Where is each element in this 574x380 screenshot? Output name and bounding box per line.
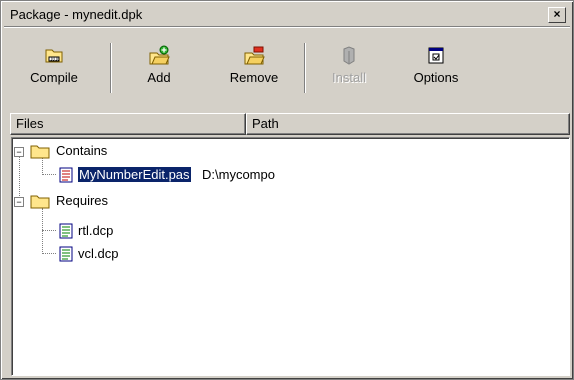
remove-label: Remove [229,70,279,85]
package-tree[interactable]: − Contains MyNumberEdit.pas D:\mycompo −… [11,137,570,376]
folder-icon [30,195,50,209]
column-header: Files Path [4,113,570,135]
tree-line [42,174,56,175]
options-label: Options [413,70,459,85]
remove-button[interactable]: Remove [222,45,286,97]
file-path: D:\mycompo [202,167,275,182]
tree-line [42,208,43,254]
files-header-label: Files [16,116,44,131]
add-folder-icon [149,45,170,65]
requires-expander[interactable]: − [14,197,24,207]
install-icon [343,46,355,65]
title-separator [4,26,570,28]
file-name: rtl.dcp [78,223,114,238]
requires-label: Requires [56,193,109,208]
svg-text:1010: 1010 [50,57,60,62]
folder-icon [30,145,50,159]
package-file-icon [59,246,73,262]
add-button[interactable]: Add [134,45,184,97]
file-name: vcl.dcp [78,246,119,261]
package-file-icon [59,223,73,239]
path-column-header[interactable]: Path [246,113,570,135]
files-column-header[interactable]: Files [10,113,246,135]
compile-icon: 1010 [45,49,63,63]
options-icon [428,47,444,64]
file-name: MyNumberEdit.pas [77,166,192,183]
close-button[interactable]: × [548,7,566,23]
contains-expander[interactable]: − [14,147,24,157]
tree-line [19,152,20,202]
source-file-icon [59,167,73,183]
toolbar: 1010 Compile Add Remove Install Options [4,29,570,99]
install-label: Install [332,70,366,85]
tree-line [42,158,43,175]
toolbar-separator [110,43,112,93]
package-window: Package - mynedit.dpk × 1010 Compile Add [0,0,574,380]
window-title: Package - mynedit.dpk [10,7,143,22]
toolbar-separator [304,43,306,93]
tree-line [42,253,56,254]
remove-folder-icon [244,46,265,65]
compile-label: Compile [30,70,78,85]
path-header-label: Path [252,116,279,131]
title-bar[interactable]: Package - mynedit.dpk × [4,4,570,26]
contains-label: Contains [56,143,108,158]
options-button[interactable]: Options [404,45,468,97]
install-button[interactable]: Install [324,45,374,97]
compile-button[interactable]: 1010 Compile [24,45,84,97]
add-label: Add [147,70,171,85]
tree-line [42,230,56,231]
